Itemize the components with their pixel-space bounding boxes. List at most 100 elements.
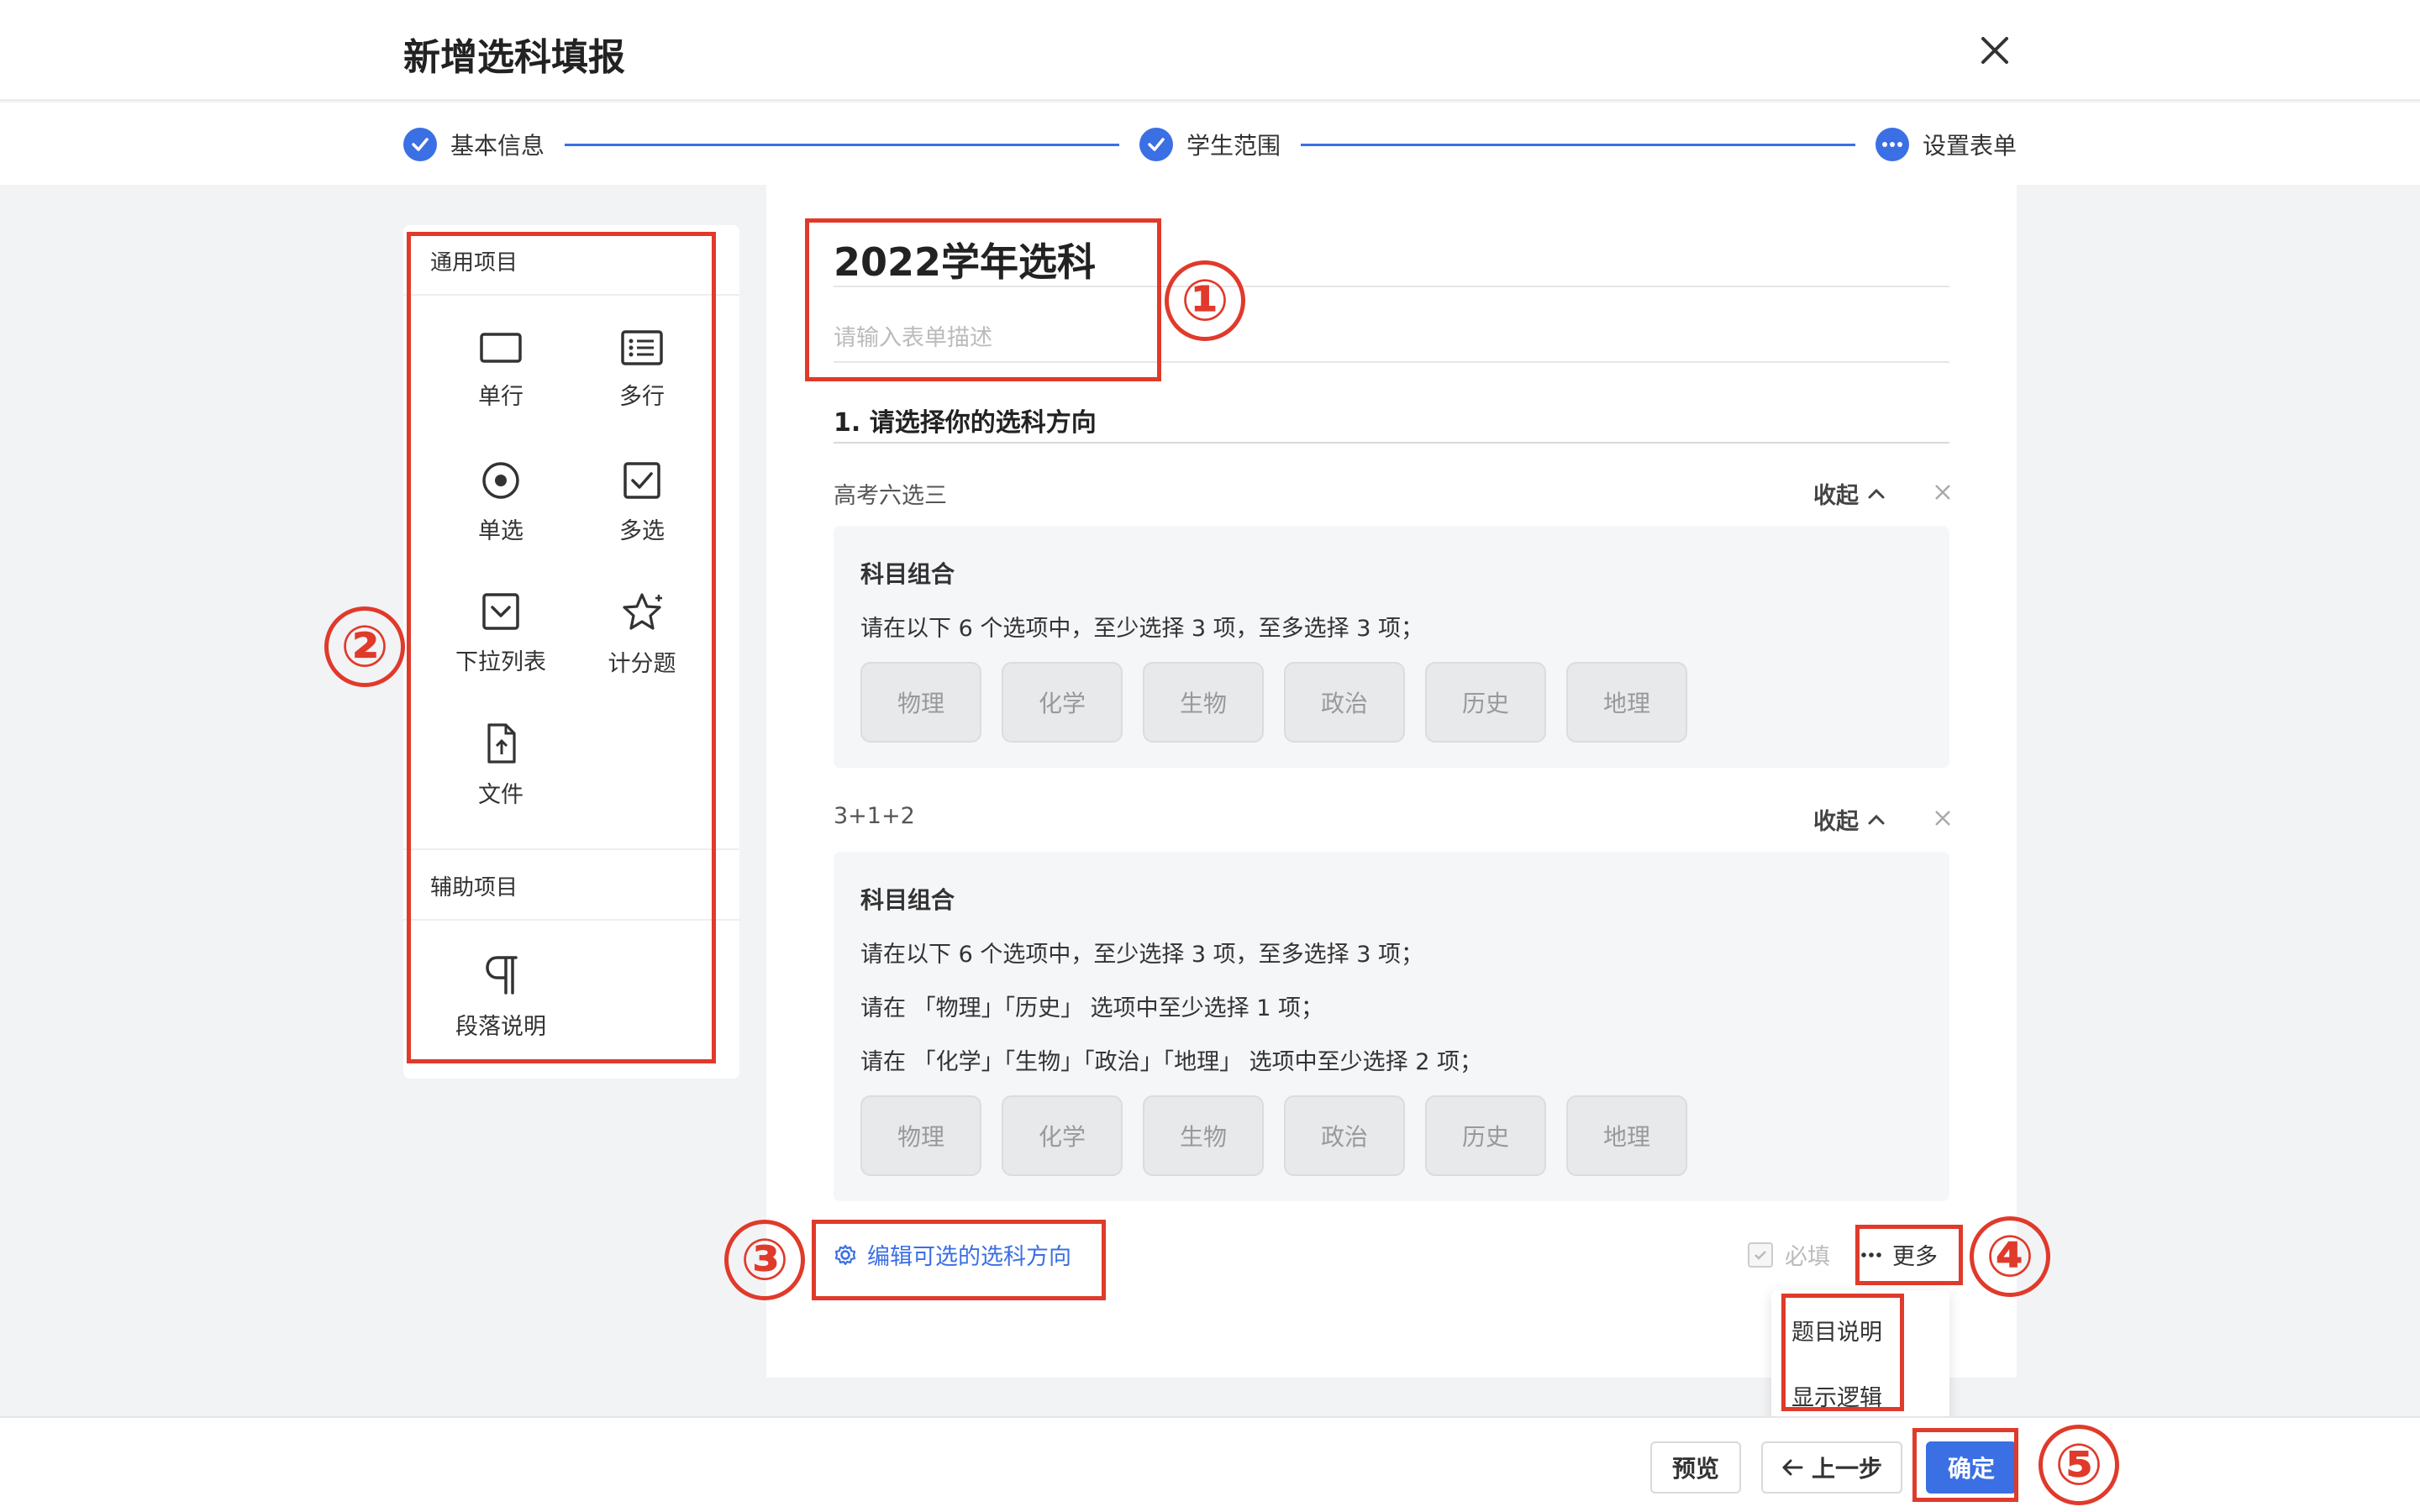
- step-connector: [1301, 144, 1855, 146]
- annotation-number-4: ④: [1970, 1216, 2050, 1297]
- option-chip: 地理: [1566, 662, 1687, 743]
- multi-line-icon: [621, 330, 663, 365]
- option-chip: 物理: [860, 662, 981, 743]
- required-checkbox[interactable]: 必填: [1748, 1238, 1830, 1271]
- collapse-button[interactable]: 收起: [1813, 803, 1886, 836]
- paragraph-icon: [486, 956, 518, 995]
- group-box-title: 科目组合: [860, 886, 955, 914]
- step-label: 学生范围: [1186, 132, 1281, 160]
- option-chip: 化学: [1002, 1095, 1123, 1176]
- dialog-title: 新增选科填报: [403, 36, 625, 79]
- edit-directions-link[interactable]: 编辑可选的选科方向: [834, 1238, 1071, 1271]
- more-menu: 题目说明 显示逻辑: [1771, 1290, 1949, 1425]
- form-editor: 2022学年选科 请输入表单描述 1. 请选择你的选科方向 高考六选三 收起 科…: [766, 185, 2017, 1378]
- option-chip: 生物: [1143, 662, 1264, 743]
- group-box: 科目组合 请在以下 6 个选项中，至少选择 3 项，至多选择 3 项； 请在 「…: [834, 852, 1949, 1201]
- widget-label: 单行: [478, 384, 523, 410]
- chevron-up-icon: [1868, 814, 1885, 824]
- gear-icon: [834, 1244, 856, 1265]
- widget-label: 多行: [619, 384, 665, 410]
- group-box: 科目组合 请在以下 6 个选项中，至少选择 3 项，至多选择 3 项； 物理 化…: [834, 526, 1949, 768]
- step-label: 基本信息: [450, 132, 545, 160]
- dialog-header: 新增选科填报: [0, 0, 2420, 101]
- option-chip: 政治: [1284, 1095, 1405, 1176]
- step-label: 设置表单: [1923, 132, 2018, 160]
- rule-text: 请在以下 6 个选项中，至少选择 3 项，至多选择 3 项；: [860, 616, 1424, 642]
- widget-palette: 通用项目 单行 多行 单选 多选 下拉列表 计分题 文件 辅助项目 段落说明: [403, 225, 739, 1079]
- widget-multi-line[interactable]: 多行: [583, 329, 701, 430]
- option-chip: 历史: [1425, 662, 1546, 743]
- chevron-up-icon: [1868, 488, 1885, 498]
- preview-button[interactable]: 预览: [1650, 1441, 1741, 1494]
- single-line-icon: [480, 333, 522, 363]
- widget-checkbox[interactable]: 多选: [583, 460, 701, 561]
- group-name: 3+1+2: [834, 803, 915, 829]
- widget-single-line[interactable]: 单行: [442, 329, 560, 430]
- divider: [403, 294, 739, 296]
- widget-label: 文件: [478, 782, 523, 808]
- form-title-input[interactable]: 2022学年选科: [834, 232, 1096, 287]
- step-connector: [565, 144, 1119, 146]
- step-basic-info: 基本信息: [403, 126, 544, 163]
- file-upload-icon: [487, 723, 516, 764]
- star-icon: [623, 593, 662, 630]
- option-chip: 物理: [860, 1095, 981, 1176]
- option-chip: 历史: [1425, 1095, 1546, 1176]
- option-chip: 化学: [1002, 662, 1123, 743]
- option-chip: 生物: [1143, 1095, 1264, 1176]
- ellipsis-icon: [1876, 128, 1909, 161]
- annotation-number-2: ②: [324, 606, 405, 687]
- check-icon: [1139, 128, 1173, 161]
- option-chip: 政治: [1284, 662, 1405, 743]
- option-chip: 地理: [1566, 1095, 1687, 1176]
- widget-label: 单选: [478, 518, 523, 544]
- edit-link-label: 编辑可选的选科方向: [867, 1244, 1071, 1270]
- collapse-label: 收起: [1813, 809, 1859, 835]
- required-label: 必填: [1785, 1244, 1830, 1270]
- confirm-button[interactable]: 确定: [1926, 1441, 2017, 1494]
- annotation-number-3: ③: [724, 1220, 805, 1300]
- widget-score[interactable]: 计分题: [583, 591, 701, 692]
- annotation-number-5: ⑤: [2039, 1425, 2119, 1505]
- more-label: 更多: [1892, 1244, 1938, 1270]
- remove-group-icon[interactable]: [1933, 808, 1953, 828]
- widget-dropdown[interactable]: 下拉列表: [442, 591, 560, 692]
- ellipsis-icon: [1861, 1252, 1881, 1257]
- check-icon: [1754, 1250, 1766, 1260]
- widget-label: 下拉列表: [455, 649, 546, 675]
- form-description-input[interactable]: 请输入表单描述: [834, 319, 992, 352]
- dropdown-icon: [482, 593, 519, 630]
- divider: [403, 919, 739, 921]
- widget-label: 多选: [619, 518, 665, 544]
- divider: [834, 286, 1949, 287]
- radio-icon: [482, 462, 519, 499]
- divider: [834, 361, 1949, 363]
- section-title-common: 通用项目: [430, 250, 518, 276]
- divider: [834, 442, 1949, 444]
- check-icon: [403, 128, 437, 161]
- question-title[interactable]: 1. 请选择你的选科方向: [834, 402, 1097, 438]
- widget-label: 段落说明: [455, 1014, 546, 1040]
- prev-step-button[interactable]: 上一步: [1761, 1441, 1902, 1494]
- step-student-range: 学生范围: [1139, 126, 1281, 163]
- rule-text: 请在 「化学」「生物」「政治」「地理」 选项中至少选择 2 项；: [860, 1049, 1483, 1075]
- more-button[interactable]: 更多: [1860, 1238, 1938, 1271]
- step-progress: 基本信息 学生范围 设置表单: [0, 102, 2420, 185]
- rule-text: 请在以下 6 个选项中，至少选择 3 项，至多选择 3 项；: [860, 942, 1424, 968]
- arrow-left-icon: [1782, 1459, 1803, 1476]
- rule-text: 请在 「物理」「历史」 选项中至少选择 1 项；: [860, 995, 1324, 1021]
- close-icon[interactable]: [1978, 34, 2012, 67]
- menu-item-question-description[interactable]: 题目说明: [1791, 1314, 1882, 1347]
- widget-file[interactable]: 文件: [442, 722, 560, 823]
- prev-step-label: 上一步: [1811, 1455, 1882, 1483]
- menu-item-display-logic[interactable]: 显示逻辑: [1791, 1379, 1882, 1412]
- group-box-title: 科目组合: [860, 560, 955, 588]
- checkbox-icon: [623, 462, 660, 499]
- remove-group-icon[interactable]: [1933, 482, 1953, 502]
- divider: [403, 848, 739, 850]
- widget-paragraph[interactable]: 段落说明: [442, 954, 560, 1055]
- collapse-button[interactable]: 收起: [1813, 477, 1886, 510]
- widget-radio[interactable]: 单选: [442, 460, 560, 561]
- group-name: 高考六选三: [834, 483, 947, 509]
- section-title-aux: 辅助项目: [430, 875, 518, 900]
